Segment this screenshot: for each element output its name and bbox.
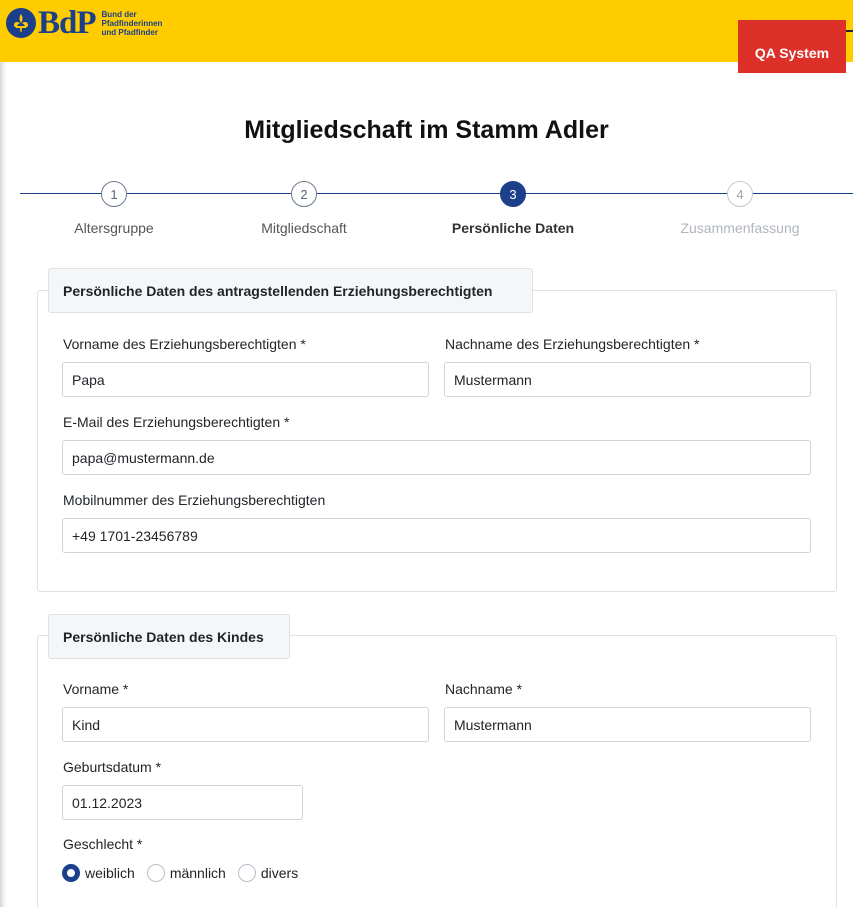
child-lastname-input[interactable] (444, 707, 811, 742)
step-3-indicator: 3 (500, 181, 526, 207)
child-legend: Persönliche Daten des Kindes (48, 614, 290, 659)
bdp-logo[interactable]: BdP Bund der Pfadfinderinnen und Pfadfin… (6, 6, 162, 40)
gender-option-divers[interactable]: divers (237, 864, 299, 882)
step-1-indicator[interactable]: 1 (101, 181, 127, 207)
step-2-label[interactable]: Mitgliedschaft (261, 220, 347, 236)
radio-unchecked-icon[interactable] (146, 864, 165, 882)
child-firstname-input[interactable] (62, 707, 429, 742)
child-lastname-label: Nachname * (445, 681, 523, 697)
step-4-label: Zusammenfassung (680, 220, 800, 236)
logo-wordmark: BdP (38, 5, 97, 41)
page-title: Mitgliedschaft im Stamm Adler (244, 116, 609, 144)
gender-option-label: männlich (169, 865, 226, 881)
guardian-firstname-label: Vorname des Erziehungsberechtigten * (63, 336, 306, 352)
gender-option-maennlich[interactable]: männlich (146, 864, 226, 882)
step-2-indicator[interactable]: 2 (291, 181, 317, 207)
gender-option-label: divers (260, 865, 299, 881)
step-3-label: Persönliche Daten (451, 220, 575, 236)
logo-subtitle-line: Pfadfinderinnen (101, 18, 163, 28)
guardian-lastname-label: Nachname des Erziehungsberechtigten * (445, 336, 700, 352)
step-4-indicator: 4 (727, 181, 753, 207)
guardian-email-label: E-Mail des Erziehungsberechtigten * (63, 414, 290, 430)
logo-subtitle-line: und Pfadfinder (101, 27, 158, 37)
gender-radio-group: weiblich männlich divers (62, 864, 310, 882)
menu-toggle-icon[interactable] (845, 30, 853, 32)
child-birthdate-input[interactable] (62, 785, 303, 820)
radio-unchecked-icon[interactable] (237, 864, 256, 882)
guardian-lastname-input[interactable] (444, 362, 811, 397)
logo-subtitle-line: Bund der (101, 9, 137, 19)
gender-option-weiblich[interactable]: weiblich (62, 864, 135, 882)
child-firstname-label: Vorname * (63, 681, 129, 697)
guardian-email-input[interactable] (62, 440, 811, 475)
child-birthdate-label: Geburtsdatum * (63, 759, 162, 775)
guardian-firstname-input[interactable] (62, 362, 429, 397)
gender-option-label: weiblich (85, 865, 135, 881)
logo-subtitle: Bund der Pfadfinderinnen und Pfadfinder (102, 10, 163, 37)
guardian-mobile-input[interactable] (62, 518, 811, 553)
qa-system-badge: QA System (738, 20, 846, 73)
radio-checked-icon[interactable] (62, 864, 80, 882)
step-1-label[interactable]: Altersgruppe (74, 220, 153, 236)
guardian-mobile-label: Mobilnummer des Erziehungsberechtigten (63, 492, 326, 508)
guardian-legend: Persönliche Daten des antragstellenden E… (48, 268, 533, 313)
site-header: BdP Bund der Pfadfinderinnen und Pfadfin… (0, 0, 853, 62)
child-gender-label: Geschlecht * (63, 836, 143, 852)
fleur-de-lis-icon (6, 8, 36, 38)
